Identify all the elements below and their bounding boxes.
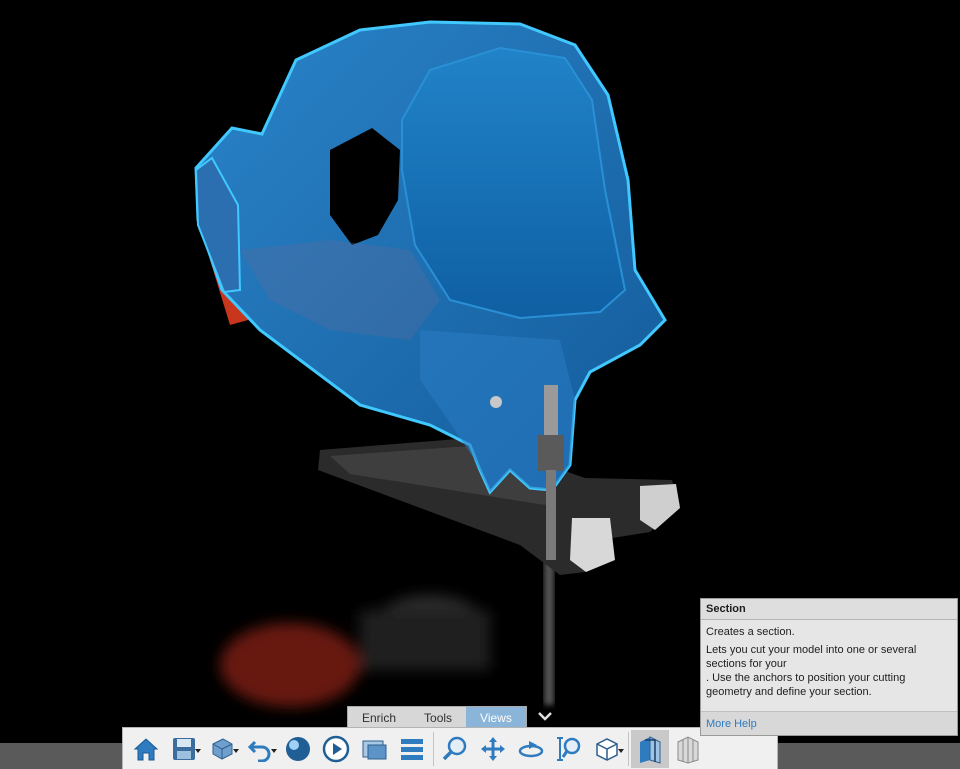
capture-button[interactable] [355,730,393,768]
save-button[interactable] [165,730,203,768]
zoom-icon [442,736,467,760]
section-tooltip: Section Creates a section. Lets you cut … [700,598,958,736]
save-icon [173,737,195,760]
action-toolbar [122,727,778,769]
dropdown-caret-icon[interactable] [271,748,277,753]
rotate-icon [518,740,544,757]
home-button[interactable] [127,730,165,768]
tab-strip: Enrich Tools Views [347,706,527,728]
list-button[interactable] [393,730,431,768]
zoom-button[interactable] [436,730,474,768]
tooltip-body: Creates a section. Lets you cut your mod… [701,620,957,699]
toolbar-separator [628,731,629,766]
tooltip-title: Section [701,599,957,620]
zoom-area-icon [557,736,581,761]
collapse-chevron-icon[interactable] [535,706,555,726]
play-icon [322,735,350,762]
view-cube-button[interactable] [588,730,626,768]
view-cube-icon [596,737,618,761]
part-button[interactable] [203,730,241,768]
section-icon [640,735,661,764]
pan-button[interactable] [474,730,512,768]
dropdown-caret-icon[interactable] [195,748,201,753]
tooltip-footer: More Help [701,711,957,735]
home-icon [133,737,159,760]
undo-icon [247,740,271,762]
more-help-link[interactable]: More Help [706,718,757,730]
play-button[interactable] [317,730,355,768]
zoom-area-button[interactable] [550,730,588,768]
pan-icon [481,736,505,761]
section-button[interactable] [631,729,669,768]
tab-views[interactable]: Views [466,707,526,728]
tooltip-summary: Creates a section. [706,626,795,638]
rotate-button[interactable] [512,730,550,768]
tab-enrich[interactable]: Enrich [348,707,410,728]
tooltip-description: Lets you cut your model into one or seve… [706,644,917,670]
tab-tools[interactable]: Tools [410,707,466,728]
tooltip-description-cont: . Use the anchors to position your cutti… [706,672,906,698]
exploded-view-icon [677,735,699,764]
list-icon [401,738,423,760]
3d-part-icon [212,737,233,760]
dropdown-caret-icon[interactable] [233,748,239,753]
render-sphere-icon [286,736,310,761]
render-button[interactable] [279,730,317,768]
dropdown-caret-icon[interactable] [618,748,624,753]
capture-image-icon [362,740,387,759]
toolbar-separator [433,731,434,766]
undo-button[interactable] [241,730,279,768]
